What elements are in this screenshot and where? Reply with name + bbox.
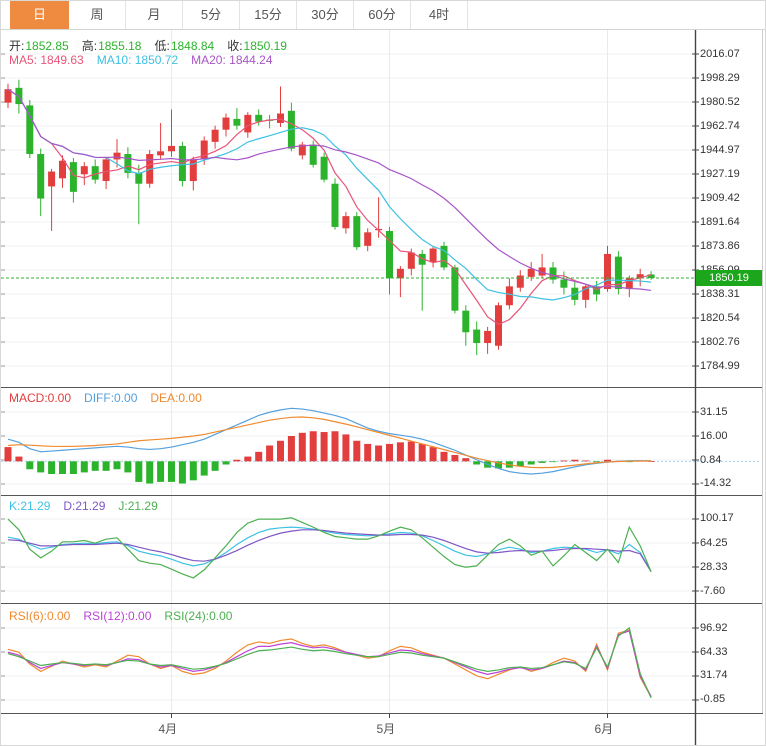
y-axis-label: -0.85 (700, 693, 725, 705)
y-axis-label: 0.84 (700, 454, 721, 466)
ohlc-label: 低: (154, 39, 169, 53)
y-axis-label: 96.92 (700, 622, 728, 634)
ohlc-label: 收: (227, 39, 242, 53)
kdj-legend: K:21.29 D:21.29 J:21.29 (9, 499, 171, 513)
tab-week[interactable]: 周 (69, 1, 126, 29)
tab-day[interactable]: 日 (10, 1, 69, 29)
x-axis-label: 4月 (159, 720, 178, 737)
current-price-badge: 1850.19 (696, 270, 762, 286)
y-axis-label: 1838.31 (700, 288, 740, 300)
ohlc-value: 1848.84 (171, 39, 214, 53)
y-axis-label: 64.25 (700, 537, 728, 549)
x-axis-label: 6月 (595, 720, 614, 737)
tab-4hour[interactable]: 4时 (411, 1, 468, 29)
ma-legend-item: MA20: 1844.24 (191, 53, 272, 67)
y-axis-label: 2016.07 (700, 48, 740, 60)
y-axis-label: 100.17 (700, 512, 734, 524)
y-axis-label: 1980.52 (700, 96, 740, 108)
ohlc-legend: 开:1852.85 高:1855.18 低:1848.84 收:1850.19 (9, 37, 300, 54)
y-axis-label: 16.00 (700, 430, 728, 442)
y-axis-label: 1998.29 (700, 72, 740, 84)
ma-legend-item: MA5: 1849.63 (9, 53, 84, 67)
macd-legend-item: MACD:0.00 (9, 391, 71, 405)
tab-month[interactable]: 月 (126, 1, 183, 29)
y-axis-label: 1927.19 (700, 168, 740, 180)
macd-legend-item: DEA:0.00 (150, 391, 201, 405)
y-axis-label: 1944.97 (700, 144, 740, 156)
macd-legend-item: DIFF:0.00 (84, 391, 137, 405)
chart-canvas[interactable] (1, 1, 766, 746)
kdj-legend-item: K:21.29 (9, 499, 50, 513)
y-axis-label: 1802.76 (700, 336, 740, 348)
kdj-legend-item: D:21.29 (63, 499, 105, 513)
y-axis-label: 1909.42 (700, 192, 740, 204)
ma-legend: MA5: 1849.63 MA10: 1850.72 MA20: 1844.24 (9, 53, 286, 67)
y-axis-label: 1891.64 (700, 216, 740, 228)
y-axis-label: -7.60 (700, 585, 725, 597)
ohlc-value: 1850.19 (244, 39, 287, 53)
ohlc-value: 1855.18 (98, 39, 141, 53)
tab-15min[interactable]: 15分 (240, 1, 297, 29)
rsi-legend-item: RSI(12):0.00 (83, 609, 151, 623)
kdj-legend-item: J:21.29 (118, 499, 157, 513)
y-axis-label: 1784.99 (700, 360, 740, 372)
ohlc-label: 高: (82, 39, 97, 53)
y-axis-label: 28.33 (700, 561, 728, 573)
chart-app: 日 周 月 5分 15分 30分 60分 4时 开:1852.85 高:1855.… (0, 0, 766, 746)
rsi-legend-item: RSI(24):0.00 (164, 609, 232, 623)
y-axis-label: 1962.74 (700, 120, 740, 132)
tab-60min[interactable]: 60分 (354, 1, 411, 29)
rsi-legend-item: RSI(6):0.00 (9, 609, 70, 623)
ohlc-label: 开: (9, 39, 24, 53)
tab-30min[interactable]: 30分 (297, 1, 354, 29)
x-axis-label: 5月 (377, 720, 396, 737)
y-axis-label: 31.74 (700, 669, 728, 681)
y-axis-label: 1820.54 (700, 312, 740, 324)
rsi-legend: RSI(6):0.00 RSI(12):0.00 RSI(24):0.00 (9, 609, 245, 623)
tab-5min[interactable]: 5分 (183, 1, 240, 29)
y-axis-label: 31.15 (700, 406, 728, 418)
ohlc-value: 1852.85 (25, 39, 68, 53)
y-axis-label: 64.33 (700, 646, 728, 658)
timeframe-tabbar: 日 周 月 5分 15分 30分 60分 4时 (1, 1, 766, 30)
ma-legend-item: MA10: 1850.72 (97, 53, 178, 67)
y-axis-label: 1873.86 (700, 240, 740, 252)
y-axis-label: -14.32 (700, 477, 731, 489)
macd-legend: MACD:0.00 DIFF:0.00 DEA:0.00 (9, 391, 215, 405)
